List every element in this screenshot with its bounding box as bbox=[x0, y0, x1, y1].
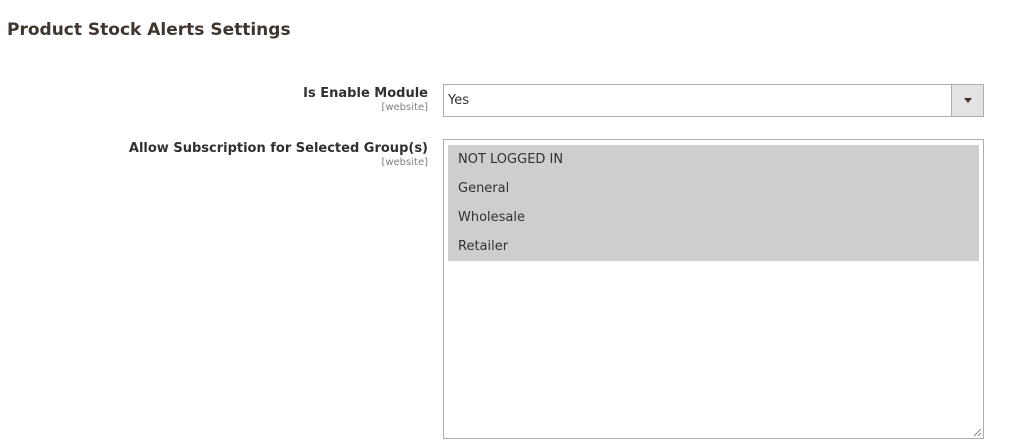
resize-grip-icon[interactable] bbox=[973, 428, 982, 437]
option-not-logged-in[interactable]: NOT LOGGED IN bbox=[448, 145, 979, 174]
subscription-groups-label-group: Allow Subscription for Selected Group(s)… bbox=[129, 141, 428, 169]
subscription-groups-scope: [website] bbox=[381, 157, 428, 168]
option-wholesale[interactable]: Wholesale bbox=[448, 203, 979, 232]
enable-module-value: Yes bbox=[448, 93, 469, 108]
enable-module-select[interactable]: Yes bbox=[443, 84, 984, 117]
option-retailer[interactable]: Retailer bbox=[448, 232, 979, 261]
enable-module-label: Is Enable Module bbox=[303, 86, 428, 101]
enable-module-scope: [website] bbox=[381, 102, 428, 113]
enable-module-label-group: Is Enable Module [website] bbox=[303, 86, 428, 114]
option-general[interactable]: General bbox=[448, 174, 979, 203]
subscription-groups-label: Allow Subscription for Selected Group(s) bbox=[128, 141, 428, 156]
subscription-groups-options: NOT LOGGED IN General Wholesale Retailer bbox=[448, 145, 979, 261]
chevron-down-icon[interactable] bbox=[951, 85, 983, 116]
subscription-groups-multiselect[interactable]: NOT LOGGED IN General Wholesale Retailer bbox=[443, 139, 984, 439]
section-title[interactable]: Product Stock Alerts Settings bbox=[7, 20, 291, 40]
